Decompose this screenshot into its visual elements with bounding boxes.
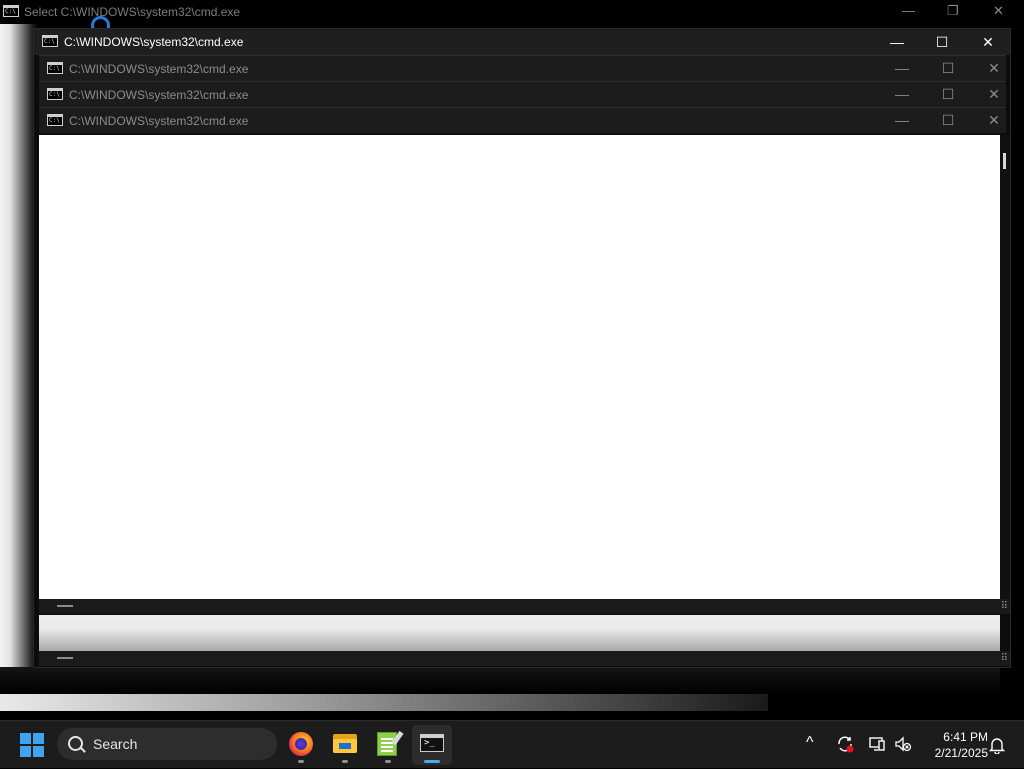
window-ghost-bottom-fade (0, 694, 768, 711)
system-tray: ^ (800, 721, 920, 769)
running-indicator (298, 760, 304, 763)
cmd-icon (47, 114, 63, 126)
maximize-button[interactable]: ☐ (919, 29, 965, 55)
cmd-icon (47, 62, 63, 74)
stacked-minimize-button[interactable]: — (879, 56, 925, 81)
background-close-button[interactable]: ✕ (993, 3, 1004, 19)
stacked-close-button[interactable]: ✕ (971, 56, 1017, 81)
taskbar: Search ^ (0, 720, 1024, 768)
active-indicator (424, 760, 440, 763)
cmd-icon (42, 35, 58, 47)
taskbar-search-box[interactable]: Search (57, 728, 277, 760)
notepad-plus-plus-icon (377, 732, 397, 756)
file-explorer-icon (333, 734, 357, 753)
terminal-icon (420, 734, 444, 752)
firefox-icon (289, 732, 313, 756)
stacked-console-area (39, 615, 1000, 651)
stacked-window-title: C:\WINDOWS\system32\cmd.exe (69, 62, 249, 76)
background-minimize-button[interactable]: — (902, 3, 915, 18)
background-restore-button[interactable]: ❐ (947, 3, 959, 19)
horizontal-scrollbar-2[interactable]: ⠿ (39, 651, 1010, 666)
resize-grip-icon[interactable]: ⠿ (1001, 602, 1008, 612)
taskbar-app-terminal[interactable] (412, 725, 452, 765)
title-bar[interactable]: C:\WINDOWS\system32\cmd.exe — ☐ ✕ (34, 29, 1010, 55)
sync-icon[interactable] (836, 735, 854, 753)
scrollbar-thumb[interactable] (1003, 153, 1006, 169)
search-icon (68, 736, 83, 751)
stacked-window-title: C:\WINDOWS\system32\cmd.exe (69, 114, 249, 128)
stacked-window-titlebar-2[interactable]: C:\WINDOWS\system32\cmd.exe — ☐ ✕ (39, 81, 1006, 107)
show-hidden-icons-chevron-icon[interactable]: ^ (806, 734, 814, 752)
cmd-icon (3, 5, 19, 17)
stacked-maximize-button[interactable]: ☐ (925, 82, 971, 107)
background-window-title: Select C:\WINDOWS\system32\cmd.exe (24, 5, 241, 19)
cmd-window[interactable]: C:\WINDOWS\system32\cmd.exe — ☐ ✕ C:\WIN… (33, 28, 1011, 668)
taskbar-app-notepad-plus-plus[interactable] (368, 725, 408, 765)
network-icon[interactable] (868, 735, 886, 753)
stacked-minimize-button[interactable]: — (879, 82, 925, 107)
taskbar-clock[interactable]: 6:41 PM 2/21/2025 (918, 729, 988, 761)
cmd-icon (47, 88, 63, 100)
clock-time: 6:41 PM (943, 730, 988, 744)
stacked-maximize-button[interactable]: ☐ (925, 56, 971, 81)
stacked-close-button[interactable]: ✕ (971, 108, 1017, 133)
minimize-button[interactable]: — (874, 29, 920, 55)
window-title: C:\WINDOWS\system32\cmd.exe (64, 35, 244, 49)
vertical-scrollbar[interactable] (1000, 135, 1010, 599)
console-content-area[interactable] (39, 135, 1000, 599)
running-indicator (385, 760, 391, 763)
scrollbar-thumb[interactable] (57, 605, 73, 607)
scrollbar-thumb[interactable] (57, 657, 73, 659)
stacked-window-titlebar-3[interactable]: C:\WINDOWS\system32\cmd.exe — ☐ ✕ (39, 107, 1006, 133)
resize-grip-icon[interactable]: ⠿ (1001, 654, 1008, 664)
stacked-window-title: C:\WINDOWS\system32\cmd.exe (69, 88, 249, 102)
running-indicator (342, 760, 348, 763)
notification-bell-icon[interactable] (988, 736, 1006, 754)
clock-date: 2/21/2025 (934, 746, 988, 760)
stacked-close-button[interactable]: ✕ (971, 82, 1017, 107)
close-button[interactable]: ✕ (965, 29, 1011, 55)
taskbar-app-firefox[interactable] (281, 725, 321, 765)
horizontal-scrollbar[interactable]: ⠿ (39, 599, 1010, 614)
stacked-minimize-button[interactable]: — (879, 108, 925, 133)
taskbar-app-file-explorer[interactable] (325, 725, 365, 765)
stacked-window-titlebar-1[interactable]: C:\WINDOWS\system32\cmd.exe — ☐ ✕ (39, 55, 1006, 81)
stacked-maximize-button[interactable]: ☐ (925, 108, 971, 133)
windows-start-button[interactable] (20, 733, 44, 757)
search-label: Search (93, 736, 138, 752)
volume-muted-icon[interactable] (894, 735, 912, 753)
background-cmd-window: Select C:\WINDOWS\system32\cmd.exe — ❐ ✕ (0, 0, 1024, 24)
